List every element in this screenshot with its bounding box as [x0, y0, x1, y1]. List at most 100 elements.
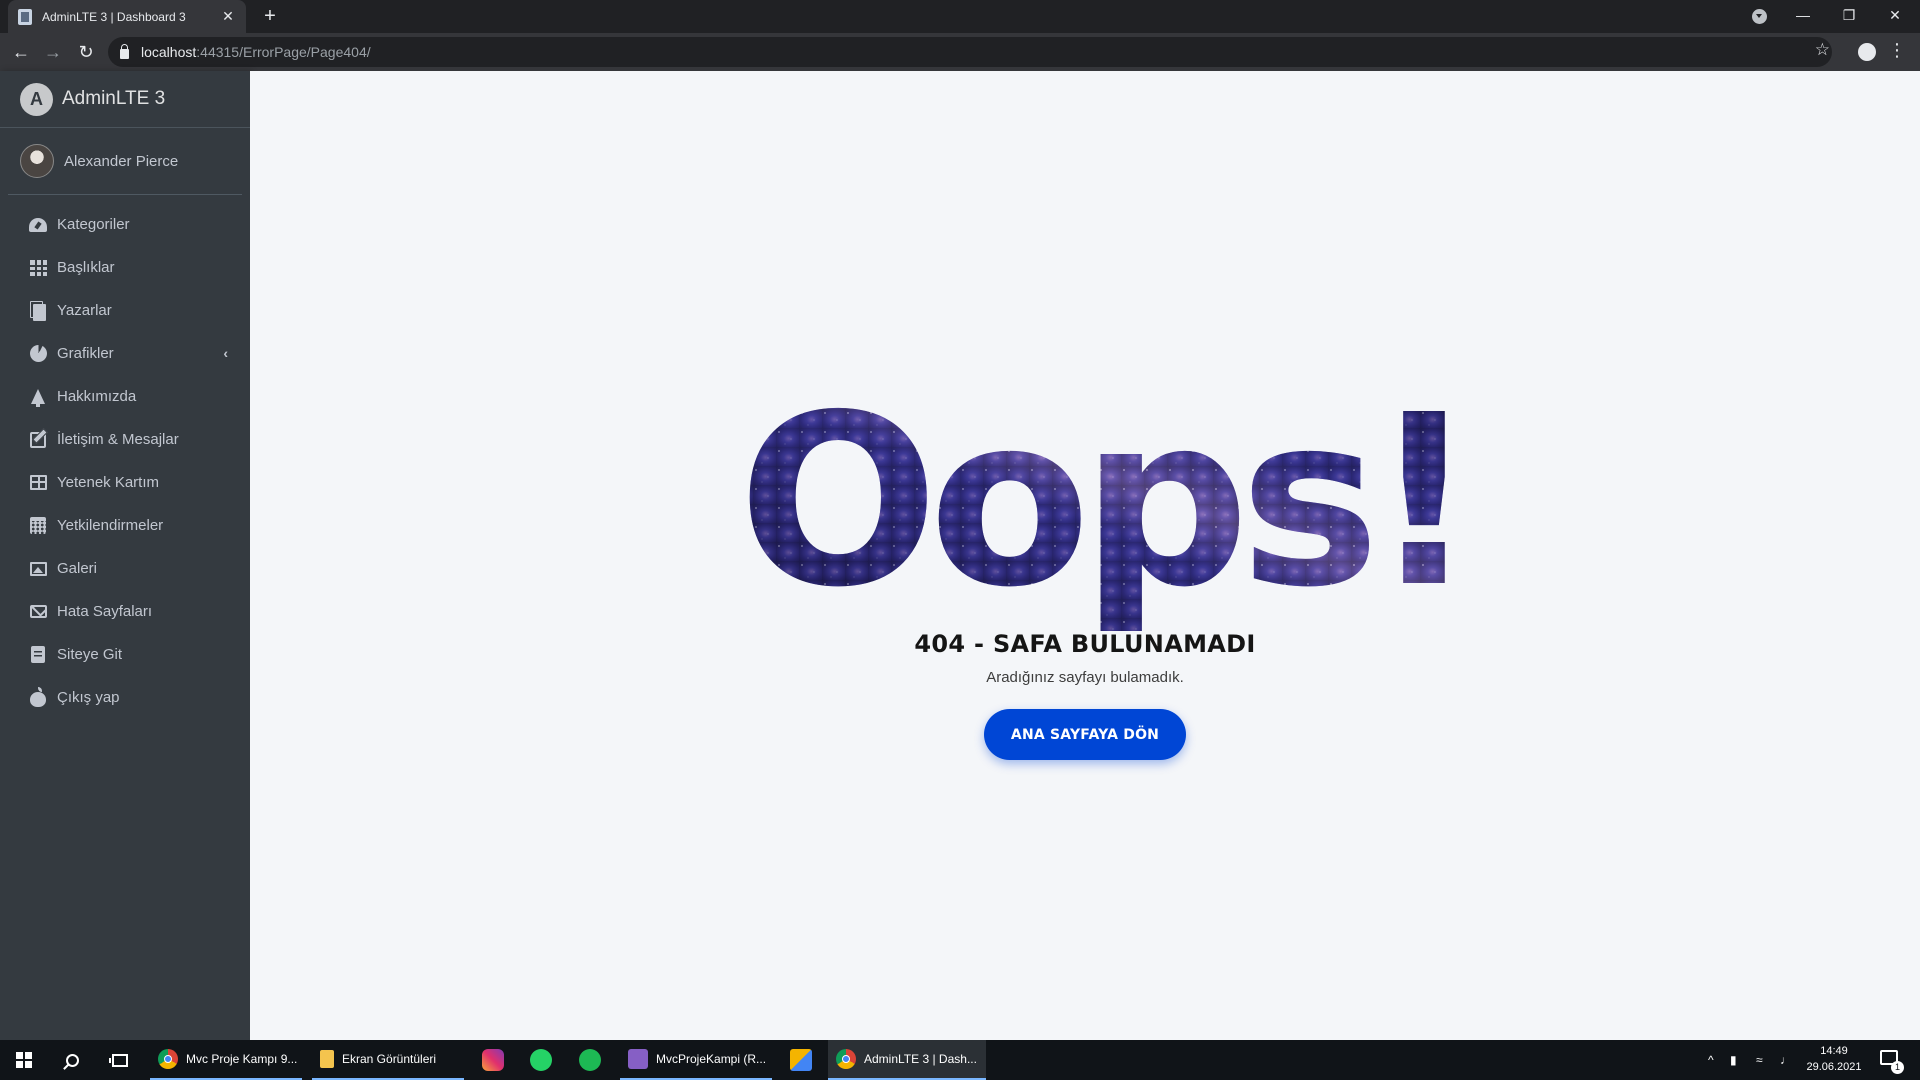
back-to-home-button[interactable]: ANA SAYFAYA DÖN — [984, 709, 1186, 760]
taskbar-app-label: Mvc Proje Kampı 9... — [186, 1052, 298, 1066]
lock-icon[interactable] — [120, 43, 129, 59]
brand-link[interactable]: A AdminLTE 3 — [0, 71, 250, 128]
oops-headline: Oops! Oops! — [738, 371, 1450, 631]
instagram-icon[interactable] — [482, 1049, 504, 1071]
volume-icon[interactable]: ♩ — [1780, 1040, 1798, 1080]
user-panel[interactable]: Alexander Pierce — [8, 128, 242, 195]
sidebar-item-label: Hata Sayfaları — [57, 603, 153, 620]
copy-icon — [33, 303, 46, 321]
sidebar-item-kategoriler[interactable]: Kategoriler — [0, 203, 250, 246]
sidebar-item-label: Siteye Git — [57, 646, 123, 663]
taskbar-app-label: AdminLTE 3 | Dash... — [864, 1052, 977, 1066]
sidebar-item-galeri[interactable]: Galeri — [0, 547, 250, 590]
sidebar-item-label: İletişim & Mesajlar — [57, 431, 179, 448]
main-sidebar: A AdminLTE 3 Alexander Pierce Kategorile… — [0, 71, 250, 1040]
sidebar-item-cikis-yap[interactable]: Çıkış yap — [0, 676, 250, 719]
chart-pie-icon — [29, 345, 47, 362]
sidebar-item-hata-sayfalari[interactable]: Hata Sayfaları — [0, 590, 250, 633]
windows-taskbar: Mvc Proje Kampı 9... Ekran Görüntüleri M… — [0, 1040, 1920, 1080]
edit-icon — [30, 431, 46, 448]
new-tab-button[interactable]: + — [258, 4, 282, 28]
svg-text:Oops!: Oops! — [738, 371, 1450, 631]
folder-icon — [320, 1050, 334, 1068]
taskbar-app-visual-studio[interactable]: MvcProjeKampi (R... — [620, 1040, 772, 1080]
brand-text: AdminLTE 3 — [62, 88, 166, 109]
th-grid-icon — [29, 259, 47, 276]
restore-button[interactable]: ❐ — [1826, 0, 1872, 33]
system-clock[interactable]: 14:49 29.06.2021 — [1800, 1043, 1868, 1075]
start-button[interactable] — [0, 1040, 48, 1080]
browser-toolbar: ← → ↻ localhost:44315/ErrorPage/Page404/… — [0, 33, 1920, 71]
envelope-icon — [29, 605, 47, 618]
chrome-icon — [836, 1049, 856, 1069]
brand-logo: A — [20, 82, 53, 116]
sidebar-item-siteye-git[interactable]: Siteye Git — [0, 633, 250, 676]
whatsapp-icon[interactable] — [530, 1049, 552, 1071]
tree-icon — [31, 389, 45, 407]
tachometer-icon — [29, 217, 47, 232]
minimize-button[interactable]: — — [1780, 0, 1826, 33]
sidebar-item-label: Galeri — [57, 560, 98, 577]
clock-time: 14:49 — [1820, 1045, 1848, 1057]
show-hidden-icons-chevron-icon[interactable]: ^ — [1708, 1040, 1714, 1080]
task-view-icon — [109, 1053, 128, 1067]
url-path: :44315/ErrorPage/Page404/ — [196, 44, 371, 60]
user-avatar — [20, 144, 54, 178]
photos-app-icon[interactable] — [790, 1049, 812, 1071]
url-host: localhost — [141, 44, 197, 60]
search-button[interactable] — [48, 1040, 96, 1080]
profile-avatar-icon[interactable] — [1858, 43, 1876, 61]
apple-icon — [30, 686, 46, 707]
forward-arrow-icon[interactable]: → — [41, 40, 65, 64]
wifi-icon[interactable]: ≈ — [1756, 1040, 1772, 1080]
sidebar-item-label: Çıkış yap — [57, 689, 120, 706]
sidebar-item-basliklar[interactable]: Başlıklar — [0, 246, 250, 289]
sidebar-item-label: Hakkımızda — [57, 388, 137, 405]
sidebar-item-iletisim[interactable]: İletişim & Mesajlar — [0, 418, 250, 461]
chrome-icon — [158, 1049, 178, 1069]
page-favicon-icon — [18, 8, 32, 25]
battery-icon[interactable]: ▮ — [1730, 1040, 1746, 1080]
sidebar-item-label: Yetkilendirmeler — [57, 517, 164, 534]
taskbar-app-explorer[interactable]: Ekran Görüntüleri — [312, 1040, 464, 1080]
browser-tab-strip: AdminLTE 3 | Dashboard 3 ✕ + — ❐ ✕ — [0, 0, 1920, 33]
tab-search-icon[interactable] — [1752, 9, 1767, 24]
close-tab-icon[interactable]: ✕ — [220, 8, 236, 25]
content-wrapper: Oops! Oops! 404 - SAFA BULUNAMADI Aradığ… — [250, 71, 1920, 1040]
tab-title: AdminLTE 3 | Dashboard 3 — [42, 9, 186, 24]
user-name[interactable]: Alexander Pierce — [64, 153, 178, 170]
sidebar-item-label: Başlıklar — [57, 259, 115, 276]
error-title: 404 - SAFA BULUNAMADI — [914, 630, 1256, 658]
sidebar-item-label: Yazarlar — [57, 302, 112, 319]
sidebar-item-label: Grafikler — [57, 345, 114, 362]
taskbar-app-label: Ekran Görüntüleri — [342, 1052, 437, 1066]
reload-icon[interactable]: ↻ — [74, 40, 98, 64]
image-icon — [29, 561, 47, 576]
sidebar-item-yazarlar[interactable]: Yazarlar — [0, 289, 250, 332]
spotify-icon[interactable] — [579, 1049, 601, 1071]
table-icon — [29, 475, 47, 490]
bookmark-star-icon[interactable]: ☆ — [1815, 40, 1830, 60]
error-subtitle: Aradığınız sayfayı bulamadık. — [986, 669, 1184, 686]
sidebar-item-label: Kategoriler — [57, 216, 130, 233]
close-window-button[interactable]: ✕ — [1872, 0, 1918, 33]
taskbar-app-chrome-2[interactable]: AdminLTE 3 | Dash... — [828, 1040, 986, 1080]
browser-menu-icon[interactable]: ⋮ — [1888, 41, 1906, 59]
sidebar-nav: Kategoriler Başlıklar Yazarlar Grafikler… — [0, 195, 250, 719]
visual-studio-icon — [628, 1049, 648, 1069]
browser-tab[interactable]: AdminLTE 3 | Dashboard 3 ✕ — [8, 0, 246, 33]
sidebar-item-yetenek-kartim[interactable]: Yetenek Kartım — [0, 461, 250, 504]
taskbar-app-chrome-1[interactable]: Mvc Proje Kampı 9... — [150, 1040, 302, 1080]
sidebar-item-label: Yetenek Kartım — [57, 474, 160, 491]
sidebar-item-yetkilendirmeler[interactable]: Yetkilendirmeler — [0, 504, 250, 547]
task-view-button[interactable] — [96, 1040, 144, 1080]
address-bar[interactable]: localhost:44315/ErrorPage/Page404/ — [108, 37, 1832, 67]
sidebar-item-grafikler[interactable]: Grafikler ‹ — [0, 332, 250, 375]
book-icon — [31, 646, 45, 663]
back-arrow-icon[interactable]: ← — [9, 40, 33, 64]
clock-date: 29.06.2021 — [1806, 1061, 1862, 1073]
chevron-left-icon[interactable]: ‹ — [223, 345, 228, 361]
notification-count-badge: 1 — [1891, 1061, 1904, 1074]
search-icon — [65, 1053, 79, 1067]
sidebar-item-hakkimizda[interactable]: Hakkımızda — [0, 375, 250, 418]
